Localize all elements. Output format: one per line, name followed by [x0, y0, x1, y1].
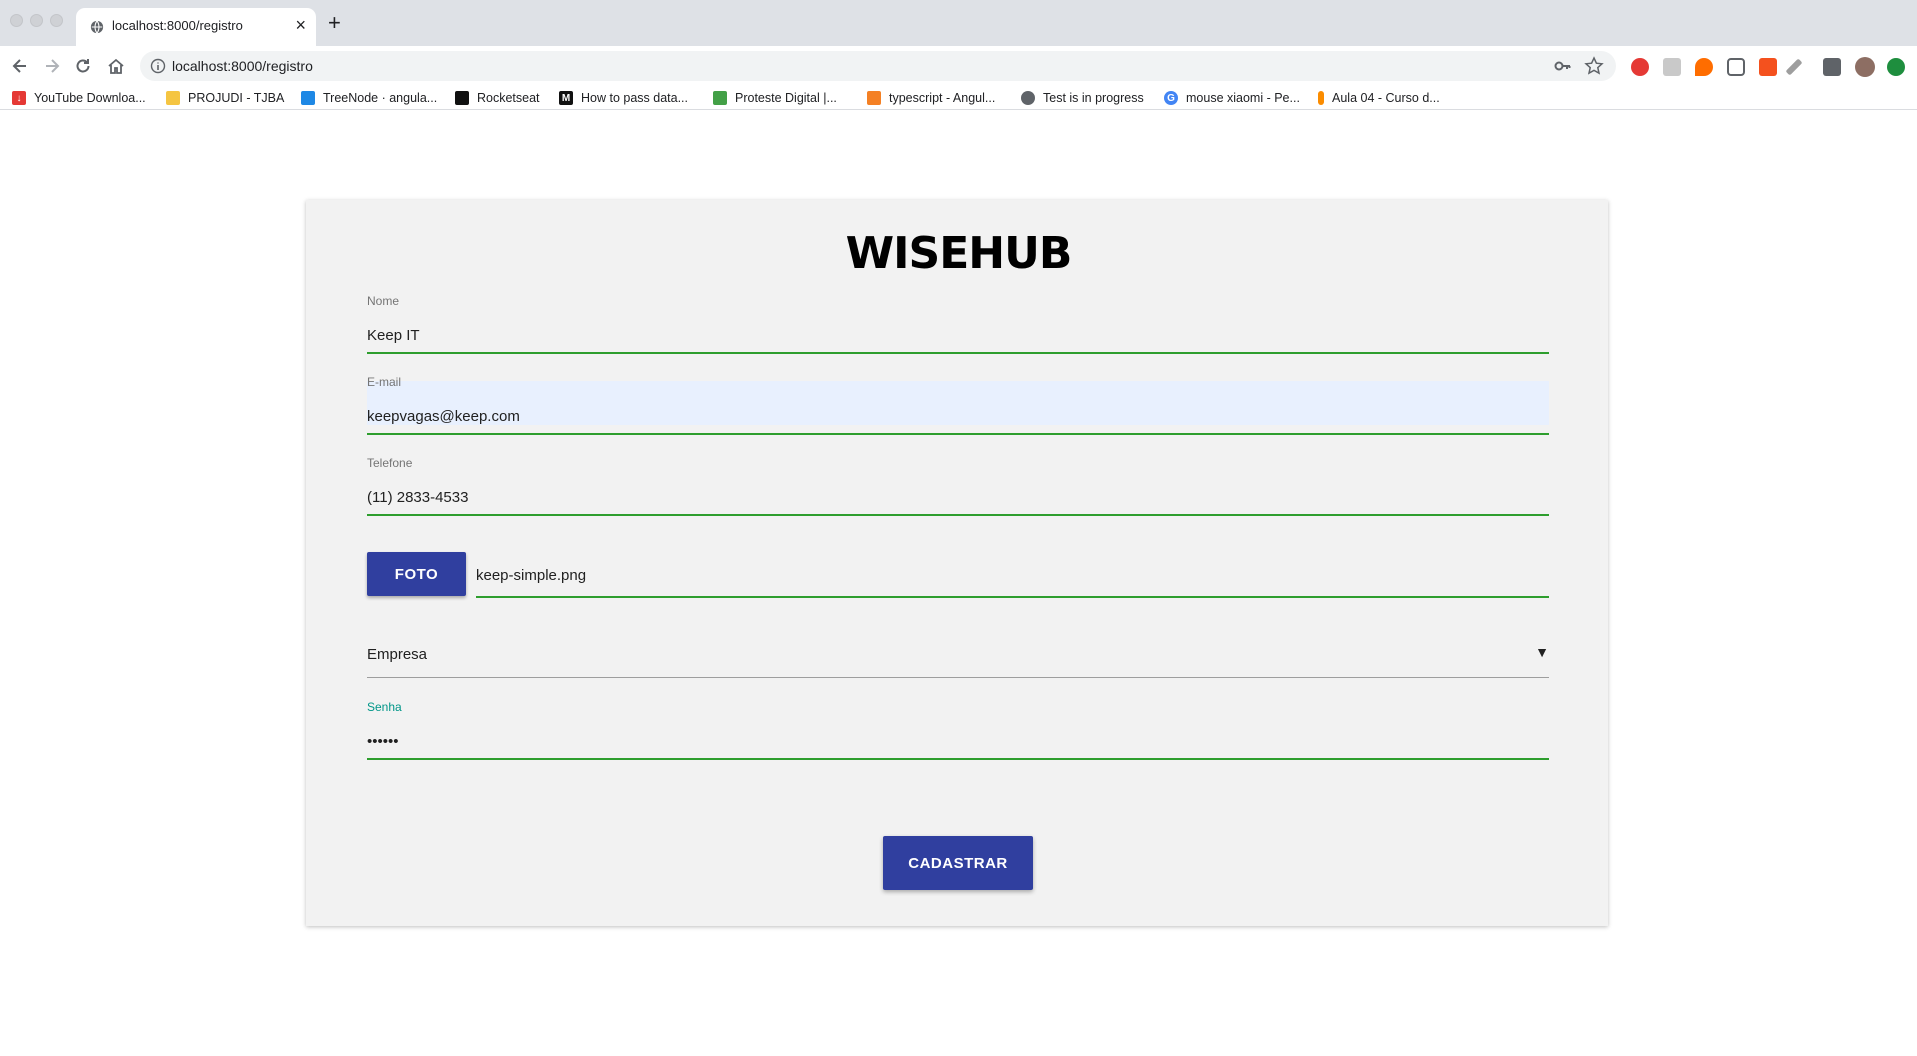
bookmark-item[interactable]: PROJUDI - TJBA [166, 89, 284, 107]
bookmark-item[interactable]: Proteste Digital |... [713, 89, 837, 107]
key-icon[interactable] [1554, 57, 1572, 75]
s-extension-icon[interactable] [1663, 58, 1681, 76]
forward-arrow-icon[interactable] [42, 56, 62, 76]
code-extension-icon[interactable] [1727, 58, 1745, 76]
close-tab-icon[interactable]: × [295, 15, 306, 35]
address-bar[interactable]: localhost:8000/registro [140, 51, 1616, 81]
foto-underline [476, 596, 1549, 598]
site-info-icon[interactable] [150, 58, 166, 74]
adblock-extension-icon[interactable] [1631, 58, 1649, 76]
nome-input[interactable] [367, 318, 1549, 352]
cadastrar-button[interactable]: CADASTRAR [883, 836, 1033, 890]
back-arrow-icon[interactable] [10, 56, 30, 76]
window-close-dot[interactable] [10, 14, 23, 27]
bookmark-item[interactable]: Aula 04 - Curso d... [1318, 89, 1440, 107]
tipo-underline [367, 677, 1549, 678]
browser-toolbar: localhost:8000/registro [0, 46, 1917, 86]
email-label: E-mail [367, 375, 402, 389]
youtube-downloader-icon: ↓ [12, 91, 26, 105]
book-icon [301, 91, 315, 105]
bookmarks-bar: ↓ YouTube Downloa... PROJUDI - TJBA Tree… [0, 86, 1917, 110]
caret-down-icon: ▼ [1535, 644, 1549, 660]
email-field[interactable]: E-mail [367, 375, 1549, 435]
chart-extension-icon[interactable] [1759, 58, 1777, 76]
window-minimize-dot[interactable] [30, 14, 43, 27]
wisehub-logo: WISEHUB [845, 228, 1073, 279]
senha-field[interactable]: Senha [367, 700, 1549, 760]
senha-input[interactable] [367, 724, 1549, 758]
telefone-label: Telefone [367, 456, 413, 470]
window-zoom-dot[interactable] [50, 14, 63, 27]
globe-icon [1021, 91, 1035, 105]
telefone-underline [367, 514, 1549, 516]
bookmark-item[interactable]: typescript - Angul... [867, 89, 995, 107]
stackoverflow-icon [867, 91, 881, 105]
email-input[interactable] [367, 399, 1549, 433]
globe-icon [90, 20, 104, 34]
nome-underline [367, 352, 1549, 354]
home-icon[interactable] [106, 56, 126, 76]
telefone-field[interactable]: Telefone [367, 456, 1549, 516]
rocketseat-icon [455, 91, 469, 105]
tipo-select[interactable]: Empresa ▼ [367, 634, 1549, 678]
update-icon[interactable] [1887, 58, 1905, 76]
senha-label: Senha [367, 700, 402, 714]
google-icon: G [1164, 91, 1178, 105]
browser-tab-active[interactable]: localhost:8000/registro × [76, 8, 316, 46]
scales-icon [166, 91, 180, 105]
nome-label: Nome [367, 294, 400, 308]
profile-avatar[interactable] [1855, 57, 1875, 77]
senha-underline [367, 758, 1549, 760]
bookmark-star-icon[interactable] [1584, 56, 1604, 76]
tipo-selected-value: Empresa [367, 646, 428, 663]
extensions-puzzle-icon[interactable] [1823, 58, 1841, 76]
reload-icon[interactable] [73, 56, 93, 76]
nome-field[interactable]: Nome [367, 294, 1549, 354]
flame-icon [1318, 91, 1324, 105]
bookmark-item[interactable]: Test is in progress [1021, 89, 1144, 107]
email-underline [367, 433, 1549, 435]
address-url[interactable]: localhost:8000/registro [172, 58, 313, 74]
medium-icon: M [559, 91, 573, 105]
new-tab-icon[interactable]: + [328, 12, 341, 34]
proteste-icon [713, 91, 727, 105]
foto-filename-input[interactable] [476, 558, 1549, 592]
eyedropper-extension-icon[interactable] [1785, 58, 1803, 76]
flame-extension-icon[interactable] [1695, 58, 1713, 76]
bookmark-item[interactable]: M How to pass data... [559, 89, 688, 107]
bookmark-item[interactable]: G mouse xiaomi - Pe... [1164, 89, 1300, 107]
bookmark-item[interactable]: Rocketseat [455, 89, 540, 107]
bookmark-item[interactable]: TreeNode · angula... [301, 89, 437, 107]
telefone-input[interactable] [367, 480, 1549, 514]
tab-title: localhost:8000/registro [112, 18, 243, 33]
foto-upload-button[interactable]: FOTO [367, 552, 466, 596]
browser-tab-strip: localhost:8000/registro × + [0, 0, 1917, 46]
bookmark-item[interactable]: ↓ YouTube Downloa... [12, 89, 146, 107]
foto-filename-field[interactable] [476, 552, 1549, 598]
